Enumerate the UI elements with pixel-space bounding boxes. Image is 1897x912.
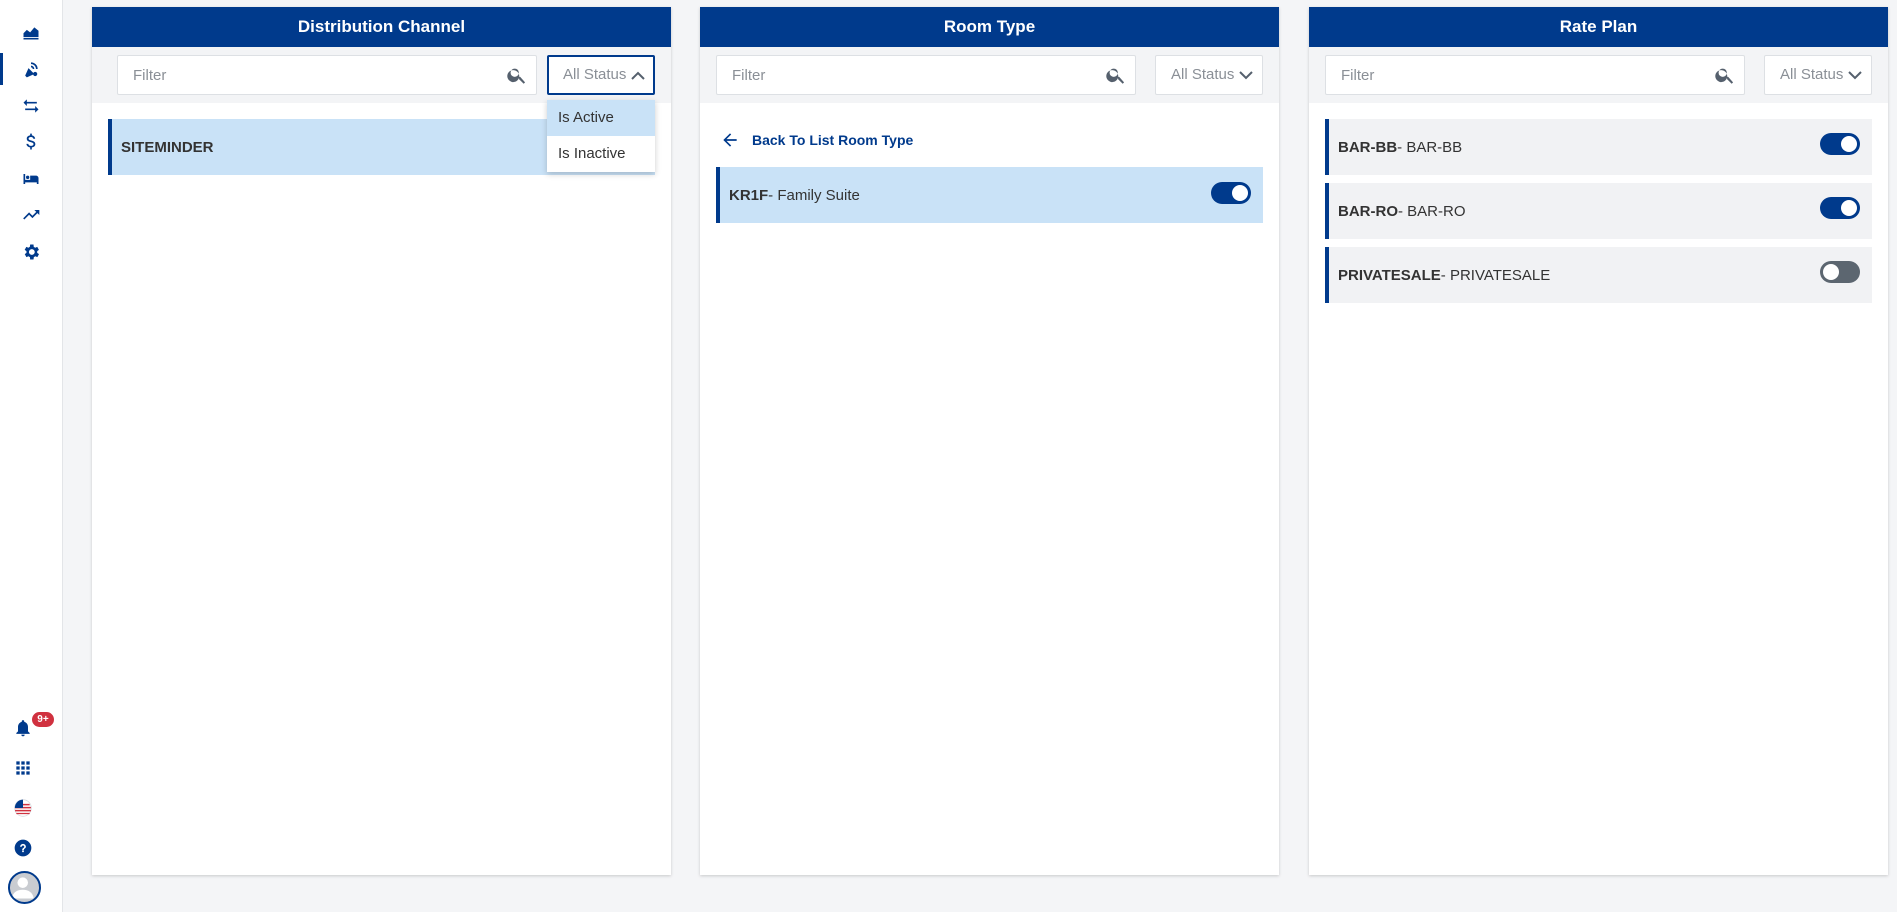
area-chart-icon [23, 27, 39, 40]
filter-box [716, 55, 1136, 95]
rate-code: PRIVATESALE [1338, 266, 1441, 284]
list-item[interactable]: BAR-BB - BAR-BB [1325, 119, 1872, 175]
dollar-icon [26, 133, 36, 150]
bell-icon [16, 720, 30, 737]
inactive-toggle[interactable] [1820, 261, 1860, 283]
search-icon[interactable] [1105, 64, 1127, 86]
active-toggle[interactable] [1211, 182, 1251, 204]
panel-title: Rate Plan [1309, 7, 1888, 47]
sidebar-item-reports[interactable] [0, 197, 62, 233]
chevron-up-icon [631, 71, 645, 80]
help-icon [14, 839, 32, 857]
language-button[interactable] [0, 790, 62, 826]
filter-input[interactable] [717, 56, 1135, 94]
status-dropdown-label: All Status [1780, 66, 1844, 83]
status-dropdown[interactable]: All Status [1764, 55, 1872, 95]
list-item[interactable]: BAR-RO - BAR-RO [1325, 183, 1872, 239]
notifications-button[interactable]: 9+ [0, 710, 62, 746]
sidebar-item-rooms[interactable] [0, 161, 62, 197]
rate-plan-panel: Rate Plan All Status BAR-BB - BAR-BB BAR… [1309, 7, 1888, 875]
rate-code: BAR-RO [1338, 202, 1398, 220]
rate-name: - PRIVATESALE [1440, 266, 1551, 284]
toolbar: All Status [92, 47, 671, 103]
user-silhouette-icon [11, 877, 34, 899]
search-icon[interactable] [506, 64, 528, 86]
back-link-label: Back To List Room Type [752, 132, 914, 148]
back-to-list-link[interactable]: Back To List Room Type [720, 130, 913, 150]
satellite-dish-icon [25, 62, 38, 78]
option-is-inactive[interactable]: Is Inactive [547, 136, 655, 172]
filter-box [1325, 55, 1745, 95]
room-name: - Family Suite [768, 186, 860, 204]
status-dropdown-menu: Is Active Is Inactive [547, 100, 655, 172]
distribution-channel-panel: Distribution Channel All Status Is Activ… [92, 7, 671, 875]
panel-title: Room Type [700, 7, 1279, 47]
swap-arrows-icon [23, 99, 39, 113]
channel-name: SITEMINDER [121, 138, 214, 156]
rate-name: - BAR-RO [1398, 202, 1466, 220]
room-code: KR1F [729, 186, 769, 204]
arrow-left-icon [723, 133, 737, 147]
gear-icon [24, 244, 39, 260]
filter-input[interactable] [1326, 56, 1744, 94]
chevron-down-icon [1848, 71, 1862, 80]
sidebar-item-rates[interactable] [0, 124, 62, 160]
status-dropdown[interactable]: All Status [547, 55, 655, 95]
toolbar: All Status [700, 47, 1279, 103]
us-flag-icon [14, 799, 32, 817]
sidebar-item-distribution[interactable] [0, 51, 62, 87]
list-item[interactable]: PRIVATESALE - PRIVATESALE [1325, 247, 1872, 303]
rate-name: - BAR-BB [1397, 138, 1463, 156]
search-icon[interactable] [1714, 64, 1736, 86]
filter-box [117, 55, 537, 95]
active-toggle[interactable] [1820, 197, 1860, 219]
active-toggle[interactable] [1820, 133, 1860, 155]
help-button[interactable] [0, 830, 62, 866]
option-is-active[interactable]: Is Active [547, 100, 655, 136]
avatar[interactable] [8, 871, 41, 904]
rate-code: BAR-BB [1338, 138, 1398, 156]
chevron-down-icon [1239, 71, 1253, 80]
notification-badge: 9+ [32, 712, 54, 727]
list-item[interactable]: KR1F - Family Suite [716, 167, 1263, 223]
sidebar-item-dashboard[interactable] [0, 14, 62, 50]
room-type-panel: Room Type All Status Back To List Room T… [700, 7, 1279, 875]
filter-input[interactable] [118, 56, 536, 94]
panel-title: Distribution Channel [92, 7, 671, 47]
sidebar-item-settings[interactable] [0, 234, 62, 270]
toolbar: All Status [1309, 47, 1888, 103]
status-dropdown[interactable]: All Status [1155, 55, 1263, 95]
sidebar-item-transfers[interactable] [0, 88, 62, 124]
sidebar: 9+ [0, 0, 63, 912]
bed-icon [23, 174, 39, 184]
status-dropdown-label: All Status [1171, 66, 1235, 83]
trending-up-icon [23, 210, 40, 220]
apps-grid-icon [16, 761, 30, 775]
apps-button[interactable] [0, 750, 62, 786]
status-dropdown-label: All Status [563, 66, 627, 83]
